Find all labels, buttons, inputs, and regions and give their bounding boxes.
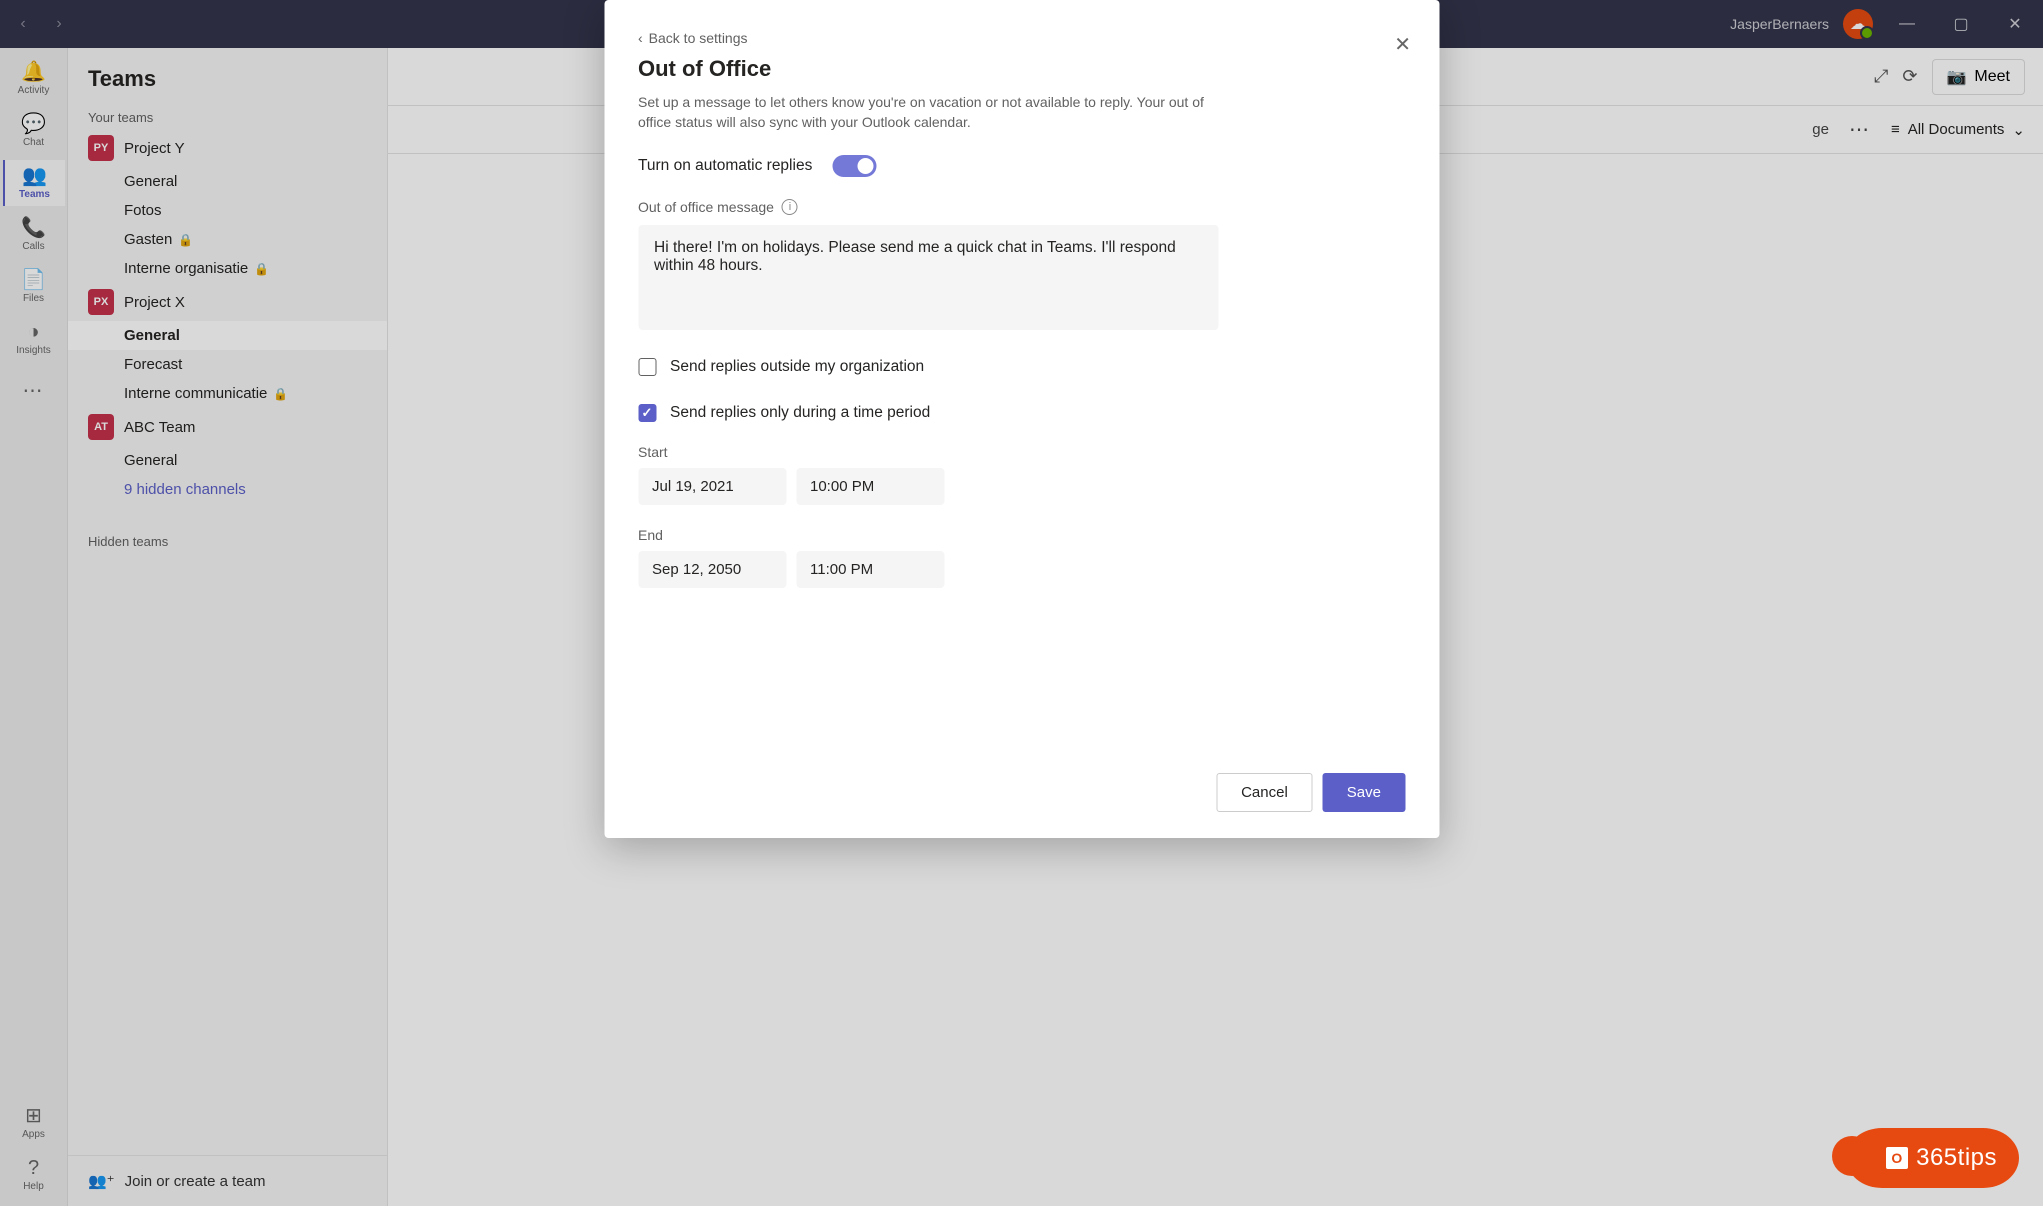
save-button[interactable]: Save — [1323, 773, 1405, 812]
ooo-message-label: Out of office message i — [638, 199, 1405, 215]
back-label: Back to settings — [649, 30, 748, 46]
back-to-settings-link[interactable]: ‹ Back to settings — [638, 30, 748, 46]
time-period-checkbox[interactable]: ✓ — [638, 404, 656, 422]
start-label: Start — [638, 444, 1405, 460]
info-icon[interactable]: i — [782, 199, 798, 215]
out-of-office-modal: ‹ Back to settings ✕ Out of Office Set u… — [604, 0, 1439, 838]
chevron-left-icon: ‹ — [638, 30, 643, 46]
watermark-text: 365tips — [1916, 1144, 1997, 1172]
ooo-message-textarea[interactable]: Hi there! I'm on holidays. Please send m… — [638, 225, 1218, 330]
office-icon: O — [1886, 1147, 1908, 1169]
start-time-input[interactable]: 10:00 PM — [796, 468, 944, 505]
outside-org-label: Send replies outside my organization — [670, 358, 924, 376]
auto-replies-label: Turn on automatic replies — [638, 157, 812, 175]
modal-title: Out of Office — [638, 56, 1405, 82]
ooo-message-label-text: Out of office message — [638, 199, 774, 215]
close-button[interactable]: ✕ — [1394, 32, 1411, 57]
end-time-input[interactable]: 11:00 PM — [796, 551, 944, 588]
start-date-input[interactable]: Jul 19, 2021 — [638, 468, 786, 505]
watermark-badge: O 365tips — [1846, 1128, 2019, 1188]
outside-org-checkbox[interactable] — [638, 358, 656, 376]
time-period-label: Send replies only during a time period — [670, 404, 930, 422]
auto-replies-toggle[interactable] — [832, 155, 876, 177]
end-label: End — [638, 527, 1405, 543]
end-date-input[interactable]: Sep 12, 2050 — [638, 551, 786, 588]
modal-description: Set up a message to let others know you'… — [638, 92, 1238, 133]
cancel-button[interactable]: Cancel — [1216, 773, 1313, 812]
